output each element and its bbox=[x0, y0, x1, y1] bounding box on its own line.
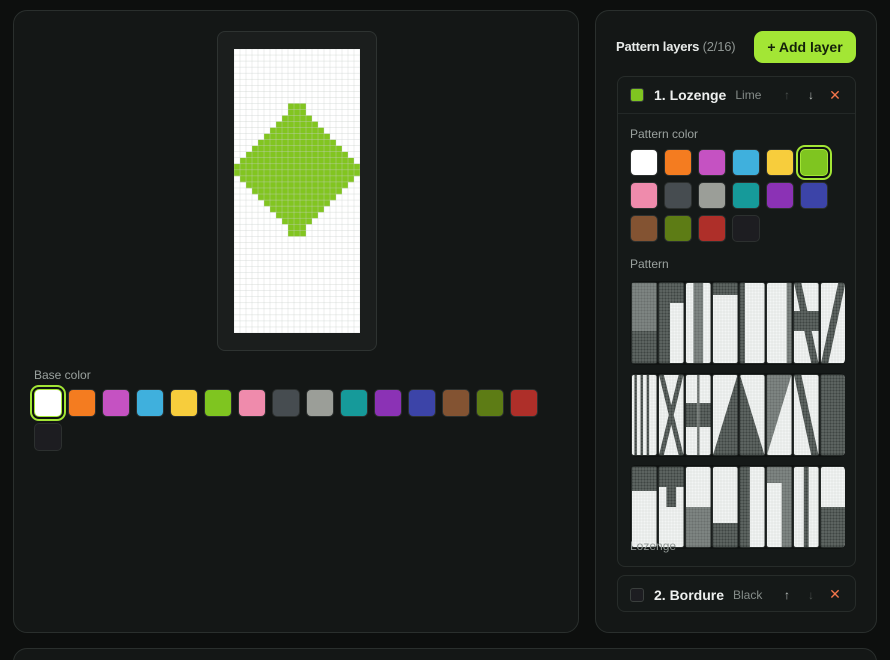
lozenge-cell-row bbox=[252, 145, 342, 153]
selected-pattern-name: Lozenge bbox=[630, 539, 677, 553]
lozenge-cell-row bbox=[264, 133, 330, 140]
pattern-color-swatch-gray[interactable] bbox=[664, 182, 692, 209]
lozenge-cell-row bbox=[276, 212, 318, 219]
lozenge-cell-row bbox=[252, 187, 342, 195]
pattern-color-swatch-black[interactable] bbox=[732, 215, 760, 242]
remove-layer-icon[interactable]: ✕ bbox=[827, 586, 843, 603]
lozenge-cell-row bbox=[276, 121, 318, 128]
move-down-icon[interactable]: ↓ bbox=[803, 587, 819, 603]
layer-actions: ↑ ↓ ✕ bbox=[779, 87, 843, 103]
pattern-color-label: Pattern color bbox=[630, 127, 699, 141]
base-color-swatch-white[interactable] bbox=[34, 389, 62, 417]
layer-color-indicator bbox=[630, 88, 644, 102]
pattern-color-swatch-red[interactable] bbox=[698, 215, 726, 242]
lozenge-cell-row bbox=[246, 151, 348, 159]
pattern-shape bbox=[632, 283, 657, 331]
remove-layer-icon[interactable]: ✕ bbox=[827, 87, 843, 103]
layer-color-name: Black bbox=[733, 587, 763, 602]
lozenge-cell-row bbox=[234, 169, 360, 177]
pattern-color-swatch-brown[interactable] bbox=[630, 215, 658, 242]
lozenge-cell-row bbox=[288, 230, 306, 237]
banner-preview[interactable] bbox=[234, 49, 360, 333]
pattern-thumbnails-row-1[interactable] bbox=[630, 281, 845, 365]
base-color-swatch-lime[interactable] bbox=[204, 389, 232, 417]
layer-color-name: Lime bbox=[735, 88, 762, 102]
lozenge-cell-row bbox=[234, 163, 360, 171]
pattern-layers-heading: Pattern layers (2/16) bbox=[616, 39, 736, 54]
base-color-swatch-orange[interactable] bbox=[68, 389, 96, 417]
lozenge-cell-row bbox=[246, 181, 348, 189]
pattern-thumbnails-row-2[interactable] bbox=[630, 373, 845, 457]
pattern-shape bbox=[632, 331, 657, 363]
pattern-thumbnails-row-3[interactable] bbox=[630, 465, 845, 549]
lozenge-cell-row bbox=[258, 139, 336, 146]
base-color-swatch-magenta[interactable] bbox=[102, 389, 130, 417]
base-color-swatch-light-gray[interactable] bbox=[306, 389, 334, 417]
pattern-color-swatch-yellow[interactable] bbox=[766, 149, 794, 176]
base-color-swatch-cyan[interactable] bbox=[340, 389, 368, 417]
lozenge-cell-row bbox=[288, 224, 306, 231]
base-color-swatch-light-blue[interactable] bbox=[136, 389, 164, 417]
pattern-color-swatch-magenta[interactable] bbox=[698, 149, 726, 176]
lozenge-cell-row bbox=[240, 175, 354, 183]
canvas-panel: Base color bbox=[13, 10, 579, 633]
lozenge-cell-row bbox=[288, 103, 306, 110]
move-up-icon[interactable]: ↑ bbox=[779, 87, 795, 103]
banner-preview-frame bbox=[217, 31, 377, 351]
base-color-swatch-green[interactable] bbox=[476, 389, 504, 417]
pattern-color-palette bbox=[630, 149, 850, 242]
pattern-layers-panel: Pattern layers (2/16) + Add layer 1. Loz… bbox=[595, 10, 877, 633]
base-color-swatch-purple[interactable] bbox=[374, 389, 402, 417]
pattern-color-swatch-green[interactable] bbox=[664, 215, 692, 242]
layer-card-lozenge: 1. Lozenge Lime ↑ ↓ ✕ Pattern color Patt… bbox=[617, 76, 856, 567]
lozenge-cell-row bbox=[258, 194, 336, 201]
pattern-shape bbox=[632, 467, 657, 491]
base-color-swatch-black[interactable] bbox=[34, 423, 62, 451]
pattern-color-swatch-purple[interactable] bbox=[766, 182, 794, 209]
pattern-color-swatch-blue[interactable] bbox=[800, 182, 828, 209]
layer-color-indicator bbox=[630, 587, 644, 602]
base-color-swatch-blue[interactable] bbox=[408, 389, 436, 417]
pattern-shape bbox=[713, 283, 738, 295]
layer-name: 2. Bordure bbox=[654, 586, 725, 603]
lozenge-cell-row bbox=[282, 115, 312, 122]
base-color-swatch-pink[interactable] bbox=[238, 389, 266, 417]
layer-name: 1. Lozenge bbox=[654, 87, 727, 103]
lozenge-cell-row bbox=[288, 109, 306, 116]
layer-card-bordure: 2. Bordure Black ↑ ↓ ✕ bbox=[617, 575, 856, 612]
lozenge-cell-row bbox=[270, 206, 324, 213]
layer-header[interactable]: 1. Lozenge Lime ↑ ↓ ✕ bbox=[618, 77, 855, 114]
base-color-palette bbox=[34, 389, 554, 451]
base-color-label: Base color bbox=[34, 368, 91, 382]
pattern-color-swatch-white[interactable] bbox=[630, 149, 658, 176]
move-down-icon[interactable]: ↓ bbox=[803, 87, 819, 103]
pattern-layers-count: (2/16) bbox=[702, 39, 736, 54]
pattern-color-swatch-lime[interactable] bbox=[800, 149, 828, 176]
pattern-color-swatch-cyan[interactable] bbox=[732, 182, 760, 209]
pattern-color-swatch-light-gray[interactable] bbox=[698, 182, 726, 209]
lozenge-cell-row bbox=[240, 157, 354, 165]
base-color-swatch-yellow[interactable] bbox=[170, 389, 198, 417]
pattern-label: Pattern bbox=[630, 257, 669, 271]
bottom-panel bbox=[13, 648, 877, 660]
lozenge-cell-row bbox=[282, 218, 312, 225]
pattern-layers-title: Pattern layers bbox=[616, 39, 700, 54]
pattern-color-swatch-light-blue[interactable] bbox=[732, 149, 760, 176]
lozenge-cell-row bbox=[270, 127, 324, 134]
pattern-color-swatch-pink[interactable] bbox=[630, 182, 658, 209]
add-layer-button[interactable]: + Add layer bbox=[754, 31, 856, 63]
lozenge-cell-row bbox=[264, 200, 330, 207]
layer-header[interactable]: 2. Bordure Black ↑ ↓ ✕ bbox=[618, 576, 855, 613]
move-up-icon[interactable]: ↑ bbox=[779, 587, 795, 603]
base-color-swatch-gray[interactable] bbox=[272, 389, 300, 417]
base-color-swatch-red[interactable] bbox=[510, 389, 538, 417]
layer-actions: ↑ ↓ ✕ bbox=[779, 586, 843, 603]
base-color-swatch-brown[interactable] bbox=[442, 389, 470, 417]
pattern-color-swatch-orange[interactable] bbox=[664, 149, 692, 176]
